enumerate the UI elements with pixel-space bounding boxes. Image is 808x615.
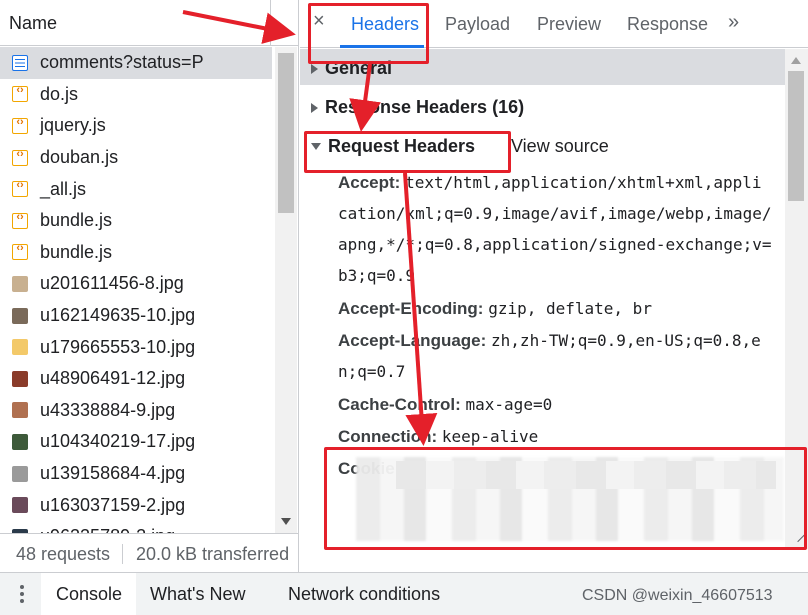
arrow-to-request-headers bbox=[349, 63, 382, 132]
arrow-to-headers-tab bbox=[182, 10, 296, 44]
arrow-to-cookie bbox=[403, 172, 438, 446]
annotation-arrows bbox=[182, 10, 438, 446]
